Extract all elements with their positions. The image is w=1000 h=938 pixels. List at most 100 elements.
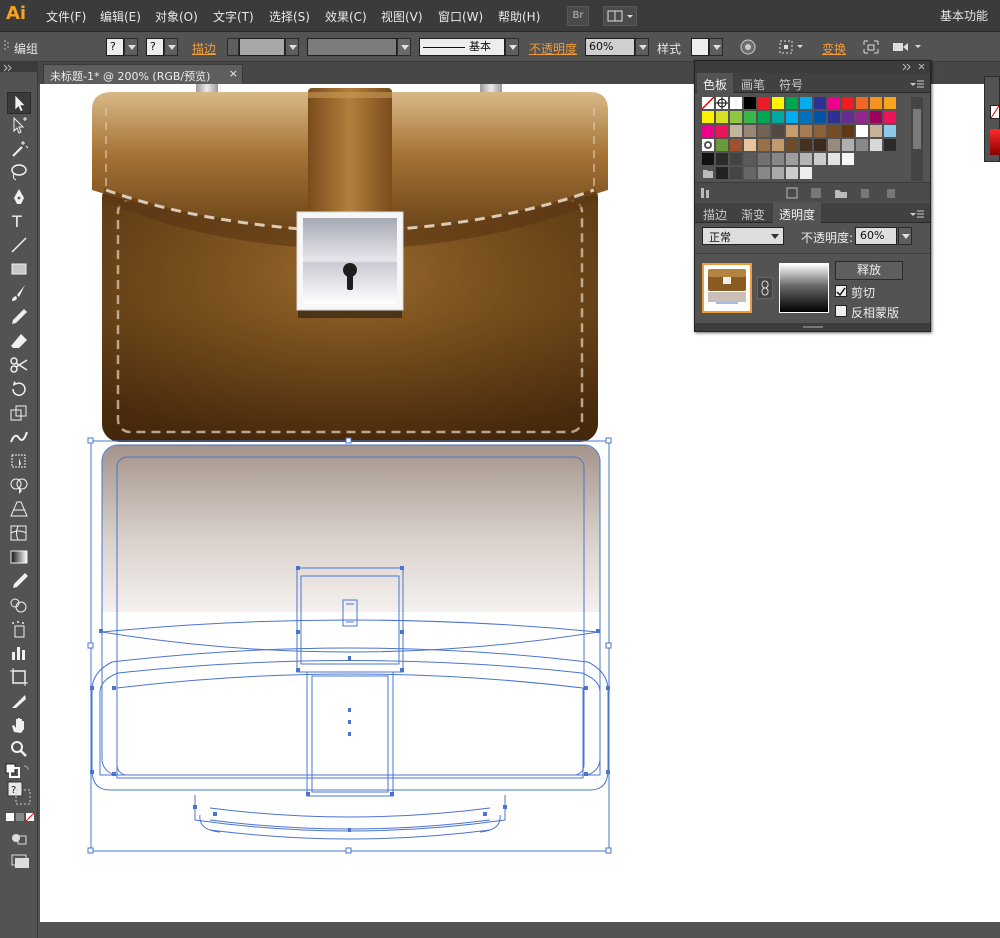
menu-edit[interactable]: 编辑(E): [100, 8, 141, 25]
swatch[interactable]: [800, 167, 812, 179]
graph-icon[interactable]: [7, 642, 31, 664]
eraser-icon[interactable]: [7, 330, 31, 352]
panel-menu-icon[interactable]: [909, 79, 925, 89]
swatch[interactable]: [772, 153, 784, 165]
swatch[interactable]: [758, 139, 770, 151]
rectangle-icon[interactable]: [7, 258, 31, 280]
tools-panel-header[interactable]: [0, 62, 38, 72]
selection-tool-icon[interactable]: [7, 92, 31, 114]
menu-view[interactable]: 视图(V): [381, 8, 423, 25]
swatch[interactable]: [716, 125, 728, 137]
link-mask-button[interactable]: [757, 277, 773, 299]
swatch[interactable]: [814, 153, 826, 165]
swatch[interactable]: [772, 125, 784, 137]
swatch[interactable]: [730, 153, 742, 165]
swatch[interactable]: [772, 167, 784, 179]
blend-mode-select[interactable]: 正常: [702, 227, 784, 245]
panel-title-bar[interactable]: [695, 61, 930, 73]
drawing-mode-icon[interactable]: [8, 829, 32, 847]
brush-dropdown[interactable]: [505, 38, 519, 56]
swatch[interactable]: [758, 167, 770, 179]
swatch[interactable]: [870, 111, 882, 123]
recolor-artwork-icon[interactable]: [740, 39, 756, 55]
swatch[interactable]: [716, 153, 728, 165]
swatch[interactable]: [758, 111, 770, 123]
swatch[interactable]: [744, 125, 756, 137]
menu-type[interactable]: 文字(T): [213, 8, 254, 25]
swatch[interactable]: [842, 153, 854, 165]
swatch[interactable]: [786, 97, 798, 109]
collapse-close-icon[interactable]: [901, 63, 927, 71]
artwork-thumbnail[interactable]: [702, 263, 752, 313]
opacity-dropdown[interactable]: [635, 38, 649, 56]
swatch[interactable]: [702, 153, 714, 165]
variable-width-dropdown[interactable]: [397, 38, 411, 56]
transparency-menu-icon[interactable]: [909, 209, 925, 219]
swatch[interactable]: [730, 139, 742, 151]
swatch[interactable]: [730, 125, 742, 137]
tab-gradient[interactable]: 渐变: [741, 206, 765, 223]
tab-brushes[interactable]: 画笔: [741, 76, 765, 93]
swatch[interactable]: [730, 167, 742, 179]
variable-width-profile[interactable]: [307, 38, 397, 56]
artboard-icon[interactable]: [7, 666, 31, 688]
opacity-panel-dropdown[interactable]: [898, 227, 912, 245]
swatch[interactable]: [828, 125, 840, 137]
arrange-documents-button[interactable]: [603, 6, 637, 26]
swatch[interactable]: [814, 125, 826, 137]
horizontal-scrollbar[interactable]: [40, 922, 1000, 938]
brush-definition[interactable]: 基本: [419, 38, 505, 56]
swatch[interactable]: [730, 111, 742, 123]
stroke-dropdown[interactable]: [164, 38, 178, 56]
type-icon[interactable]: T: [7, 210, 31, 232]
swatch[interactable]: [772, 139, 784, 151]
panel-options-icon[interactable]: [890, 39, 924, 55]
swatch[interactable]: [702, 125, 714, 137]
stroke-weight-stepper[interactable]: [227, 38, 239, 56]
swatch[interactable]: [772, 97, 784, 109]
swatch[interactable]: [772, 111, 784, 123]
swatch[interactable]: [758, 125, 770, 137]
opacity-input[interactable]: 60%: [585, 38, 635, 56]
swatch[interactable]: [856, 139, 868, 151]
swatch[interactable]: [842, 111, 854, 123]
screen-mode-icon[interactable]: [8, 852, 32, 870]
fill-swatch[interactable]: ?: [106, 38, 124, 56]
workspace-switcher[interactable]: 基本功能: [940, 7, 988, 24]
swatch[interactable]: [828, 97, 840, 109]
opacity-input-panel[interactable]: 60%: [855, 227, 897, 245]
swatch[interactable]: [744, 153, 756, 165]
swatch[interactable]: [828, 111, 840, 123]
swatch[interactable]: [870, 125, 882, 137]
magic-wand-icon[interactable]: [7, 138, 31, 160]
swatch[interactable]: [800, 125, 812, 137]
swatch[interactable]: [814, 111, 826, 123]
swatch[interactable]: [856, 125, 868, 137]
swatch[interactable]: [828, 139, 840, 151]
scissors-icon[interactable]: [7, 354, 31, 376]
swatch[interactable]: [716, 97, 728, 109]
swatch[interactable]: [744, 167, 756, 179]
swatch[interactable]: [716, 139, 728, 151]
clip-checkbox[interactable]: [835, 285, 847, 297]
blend-icon[interactable]: [7, 594, 31, 616]
swatch[interactable]: [744, 111, 756, 123]
pencil-icon[interactable]: [7, 306, 31, 328]
collapsed-panel-dock[interactable]: [984, 76, 1000, 162]
swatch[interactable]: [716, 167, 728, 179]
shape-builder-icon[interactable]: [7, 474, 31, 496]
swatch[interactable]: [702, 111, 714, 123]
swatch[interactable]: [870, 139, 882, 151]
swatch[interactable]: [800, 111, 812, 123]
eyedropper-icon[interactable]: [7, 570, 31, 592]
menu-window[interactable]: 窗口(W): [438, 8, 483, 25]
slice-icon[interactable]: [7, 690, 31, 712]
swatch[interactable]: [786, 111, 798, 123]
menu-help[interactable]: 帮助(H): [498, 8, 540, 25]
mesh-icon[interactable]: [7, 522, 31, 544]
lasso-icon[interactable]: [7, 161, 31, 183]
rotate-icon[interactable]: [7, 378, 31, 400]
line-icon[interactable]: [7, 234, 31, 256]
symbol-sprayer-icon[interactable]: [7, 618, 31, 640]
warp-icon[interactable]: [7, 426, 31, 448]
